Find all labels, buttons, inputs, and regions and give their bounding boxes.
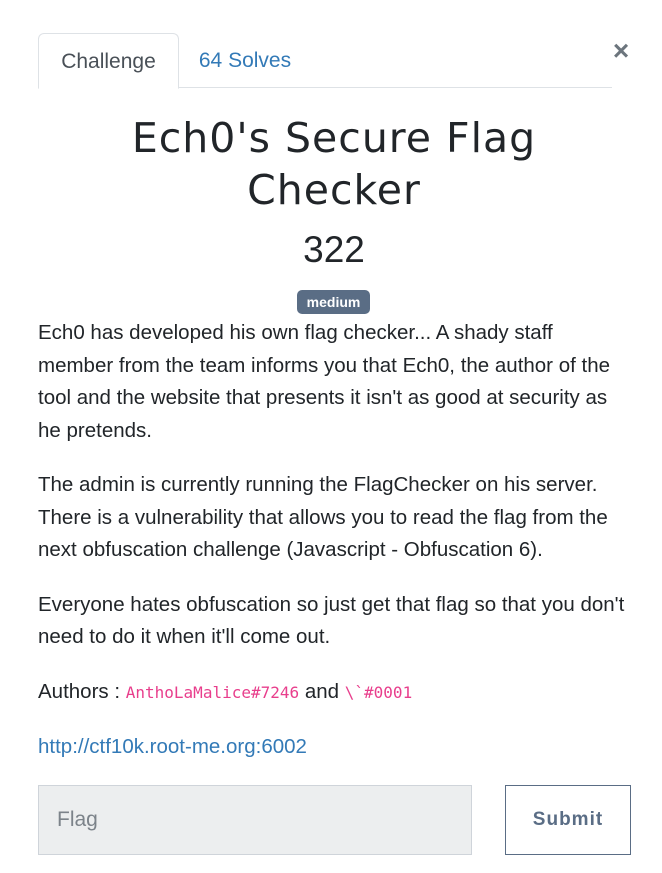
challenge-points: 322 (303, 229, 365, 270)
description-paragraph: Everyone hates obfuscation so just get t… (38, 592, 625, 649)
challenge-description: Ech0 has developed his own flag checker.… (38, 317, 630, 786)
challenge-tabs: Challenge 64 Solves (38, 33, 612, 89)
submit-button[interactable]: Submit (505, 785, 631, 855)
close-icon[interactable]: × (608, 36, 634, 66)
challenge-title: Ech0's Secure Flag Checker (131, 114, 537, 214)
tab-challenge[interactable]: Challenge (38, 33, 179, 89)
link-line: http://ctf10k.root-me.org:6002 (38, 731, 630, 764)
authors-label: Authors : (38, 679, 121, 703)
authors-line: Authors : AnthoLaMalice#7246 and \`#0001 (38, 676, 630, 710)
difficulty-badge: medium (297, 290, 370, 314)
author-name: \`#0001 (344, 682, 413, 702)
tab-solves[interactable]: 64 Solves (179, 33, 311, 89)
challenge-link[interactable]: http://ctf10k.root-me.org:6002 (38, 735, 307, 758)
description-paragraph: Ech0 has developed his own flag checker.… (38, 321, 610, 442)
author-name: AnthoLaMalice#7246 (125, 682, 300, 702)
flag-input[interactable] (38, 785, 472, 855)
description-paragraph: The admin is currently running the FlagC… (38, 473, 608, 561)
authors-and: and (304, 679, 340, 703)
